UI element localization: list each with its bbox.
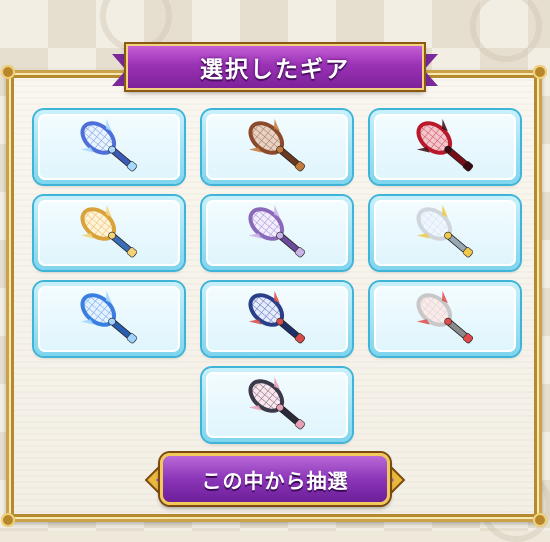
gear-card[interactable]: [34, 282, 184, 356]
gear-card[interactable]: [34, 110, 184, 184]
gear-card-inner: [374, 286, 516, 352]
racket-navy-royal-icon: [248, 290, 306, 344]
racket-red-ribbon-icon: [416, 290, 474, 344]
panel-corner-ornament: [1, 65, 15, 79]
panel-corner-ornament: [1, 513, 15, 527]
gear-card-inner: [206, 200, 348, 266]
gear-card[interactable]: [370, 282, 520, 356]
gear-card-inner: [206, 114, 348, 180]
racket-blue-crystal-icon: [80, 290, 138, 344]
gear-card[interactable]: [34, 196, 184, 270]
gear-card-inner: [38, 200, 180, 266]
racket-purple-bat-icon: [248, 204, 306, 258]
gear-card[interactable]: [202, 110, 352, 184]
gear-card-inner: [38, 286, 180, 352]
gear-card[interactable]: [370, 110, 520, 184]
gear-card-inner: [38, 114, 180, 180]
gear-card-inner: [206, 372, 348, 438]
racket-white-floral-icon: [416, 204, 474, 258]
racket-blue-wings-icon: [80, 118, 138, 172]
panel-corner-ornament: [533, 513, 547, 527]
racket-gold-classic-icon: [80, 204, 138, 258]
draw-from-these-button[interactable]: この中から抽選: [160, 453, 390, 505]
gear-card[interactable]: [202, 196, 352, 270]
title-banner: 選択したギア: [112, 40, 424, 96]
racket-bronze-spikes-icon: [248, 118, 306, 172]
gear-card[interactable]: [202, 368, 352, 442]
gear-card-inner: [374, 114, 516, 180]
racket-dark-heart-icon: [248, 376, 306, 430]
panel-corner-ornament: [533, 65, 547, 79]
gear-card[interactable]: [370, 196, 520, 270]
racket-crimson-dragon-icon: [416, 118, 474, 172]
gear-card[interactable]: [202, 282, 352, 356]
page-title: 選択したギア: [126, 44, 424, 90]
gear-card-inner: [374, 200, 516, 266]
gear-card-inner: [206, 286, 348, 352]
